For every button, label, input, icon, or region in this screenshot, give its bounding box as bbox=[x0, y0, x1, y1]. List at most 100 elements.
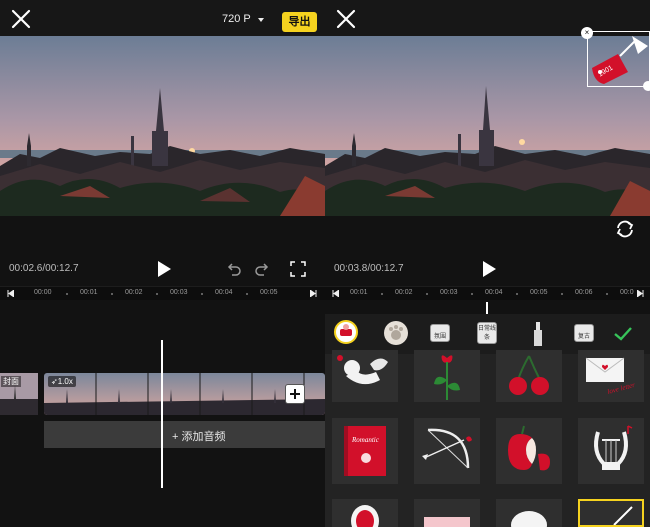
playhead[interactable] bbox=[161, 340, 163, 488]
cupid-sticker-icon bbox=[337, 355, 388, 385]
cover-label: 封面 bbox=[1, 376, 21, 387]
video-clip-track[interactable]: ➶1.0x bbox=[44, 373, 325, 415]
ruler-dot bbox=[426, 293, 428, 295]
mirror-sticker-icon bbox=[351, 505, 379, 527]
ruler-dot bbox=[111, 293, 113, 295]
sticker-delete-handle[interactable]: × bbox=[581, 27, 593, 39]
ruler-tick-label: 00:01 bbox=[80, 289, 98, 296]
sticker-scale-handle[interactable] bbox=[643, 81, 650, 91]
sticker-overlay[interactable]: 1901 bbox=[587, 31, 650, 87]
time-readout: 00:02.6/00:12.7 bbox=[9, 263, 79, 274]
ruler-dot bbox=[516, 293, 518, 295]
ruler-dot bbox=[381, 293, 383, 295]
ruler-tick-label: 00:05 bbox=[260, 289, 278, 296]
ruler-start-marker-icon bbox=[332, 290, 339, 297]
tag-sticker-icon bbox=[592, 36, 648, 84]
ruler-end-marker-icon bbox=[310, 290, 317, 297]
ruler-dot bbox=[471, 293, 473, 295]
lyre-sticker-icon bbox=[594, 425, 633, 470]
lipstick-icon bbox=[534, 322, 542, 346]
sticker-category-icon bbox=[340, 324, 352, 336]
ruler-end-marker-icon bbox=[637, 290, 644, 297]
ruler-tick-label: 00:03 bbox=[170, 289, 188, 296]
ruler-tick-label: 00:00 bbox=[34, 289, 52, 296]
rotate-icon[interactable] bbox=[615, 220, 635, 238]
ruler-dot bbox=[156, 293, 158, 295]
sticker-cell-card[interactable] bbox=[414, 499, 480, 527]
tag-sticker-icon bbox=[613, 506, 633, 526]
ruler-dot bbox=[246, 293, 248, 295]
sticker-cell-lyre[interactable] bbox=[578, 418, 644, 484]
speed-label: 1.0x bbox=[57, 377, 73, 386]
editor-panel-right: 1901 × 00:03.8/00:12.7 00:01 00:02 00:03… bbox=[325, 0, 650, 527]
svg-text:love letter: love letter bbox=[606, 381, 636, 396]
close-icon[interactable] bbox=[335, 8, 357, 30]
card-sticker-icon bbox=[424, 517, 470, 527]
rose-sticker-icon bbox=[434, 355, 460, 400]
video-frame bbox=[0, 36, 325, 216]
clip-filmstrip bbox=[44, 373, 325, 415]
tab-label: 氛围 bbox=[433, 334, 446, 340]
timeline-ruler[interactable]: 00:00 00:01 00:02 00:03 00:04 00:05 bbox=[0, 286, 325, 300]
cover-thumbnail[interactable]: 封面 bbox=[0, 373, 38, 415]
ruler-tick-label: 00:04 bbox=[215, 289, 233, 296]
ruler-tick-label: 00:04 bbox=[485, 289, 503, 296]
sticker-cell-rose[interactable] bbox=[414, 350, 480, 402]
sticker-cell-selected[interactable] bbox=[578, 499, 644, 527]
close-icon[interactable] bbox=[10, 8, 32, 30]
ruler-tick-label: 00:02 bbox=[395, 289, 413, 296]
pet-paw-icon bbox=[389, 325, 403, 340]
caret-down-icon[interactable] bbox=[258, 18, 264, 22]
ruler-dot bbox=[201, 293, 203, 295]
timeline-ruler[interactable]: 00:01 00:02 00:03 00:04 00:05 00:06 00:0 bbox=[325, 286, 650, 300]
sticker-cell-bow-arrow[interactable] bbox=[414, 418, 480, 484]
resolution-selector[interactable]: 720 P bbox=[222, 13, 251, 25]
sticker-cell-cherries[interactable] bbox=[496, 350, 562, 402]
bow-arrow-sticker-icon bbox=[422, 428, 472, 469]
editor-panel-left: 720 P 导出 00:02.6/00:12.7 00:00 00:01 00:… bbox=[0, 0, 325, 527]
ruler-tick-label: 00:02 bbox=[125, 289, 143, 296]
sticker-category-tab[interactable]: 复古 bbox=[574, 324, 594, 342]
cherries-sticker-icon bbox=[509, 355, 549, 395]
sticker-category-tab[interactable]: 氛围 bbox=[430, 324, 450, 342]
ruler-tick-label: 00:01 bbox=[350, 289, 368, 296]
add-audio-bar[interactable]: + 添加音频 bbox=[44, 421, 325, 448]
export-button[interactable]: 导出 bbox=[282, 12, 317, 32]
video-preview[interactable] bbox=[0, 36, 325, 216]
ruler-tick-label: 00:0 bbox=[620, 289, 634, 296]
ruler-dot bbox=[561, 293, 563, 295]
sticker-cell-apple[interactable] bbox=[496, 418, 562, 484]
sticker-cell-face[interactable] bbox=[496, 499, 562, 527]
book-sticker-icon: Romantic bbox=[344, 426, 386, 476]
speed-badge: ➶1.0x bbox=[48, 376, 76, 387]
time-readout: 00:03.8/00:12.7 bbox=[334, 263, 404, 274]
ruler-tick-label: 00:05 bbox=[530, 289, 548, 296]
playhead[interactable] bbox=[486, 302, 488, 314]
add-audio-label: + 添加音频 bbox=[172, 431, 226, 443]
sticker-cell-romantic-book[interactable]: Romantic bbox=[332, 418, 398, 484]
sticker-cell-mirror[interactable] bbox=[332, 499, 398, 527]
sticker-cell-love-letter[interactable]: love letter bbox=[578, 350, 644, 402]
ruler-tick-label: 00:03 bbox=[440, 289, 458, 296]
sticker-grid: love letter Romantic bbox=[325, 350, 650, 527]
apple-sticker-icon bbox=[508, 425, 550, 471]
sticker-category-tab[interactable] bbox=[384, 321, 408, 345]
play-icon[interactable] bbox=[157, 261, 171, 277]
sticker-cell-cupid[interactable] bbox=[332, 350, 398, 402]
play-icon[interactable] bbox=[482, 261, 496, 277]
ruler-dot bbox=[66, 293, 68, 295]
sticker-category-bar: 氛围 日常线条 复古 bbox=[325, 314, 650, 354]
fullscreen-icon[interactable] bbox=[290, 261, 306, 277]
sticker-category-tab[interactable] bbox=[334, 320, 358, 344]
add-clip-button[interactable] bbox=[285, 384, 305, 404]
sticker-category-tab[interactable] bbox=[531, 320, 545, 348]
sticker-category-tab[interactable]: 日常线条 bbox=[477, 322, 497, 344]
ruler-start-marker-icon bbox=[7, 290, 14, 297]
tab-label: 复古 bbox=[577, 334, 590, 340]
redo-icon[interactable] bbox=[255, 263, 269, 276]
rocket-icon: ➶ bbox=[51, 377, 58, 386]
top-bar: 720 P 导出 bbox=[0, 0, 325, 36]
tab-label: 日常线条 bbox=[478, 326, 497, 341]
undo-icon[interactable] bbox=[227, 263, 241, 276]
check-icon[interactable] bbox=[613, 326, 633, 341]
